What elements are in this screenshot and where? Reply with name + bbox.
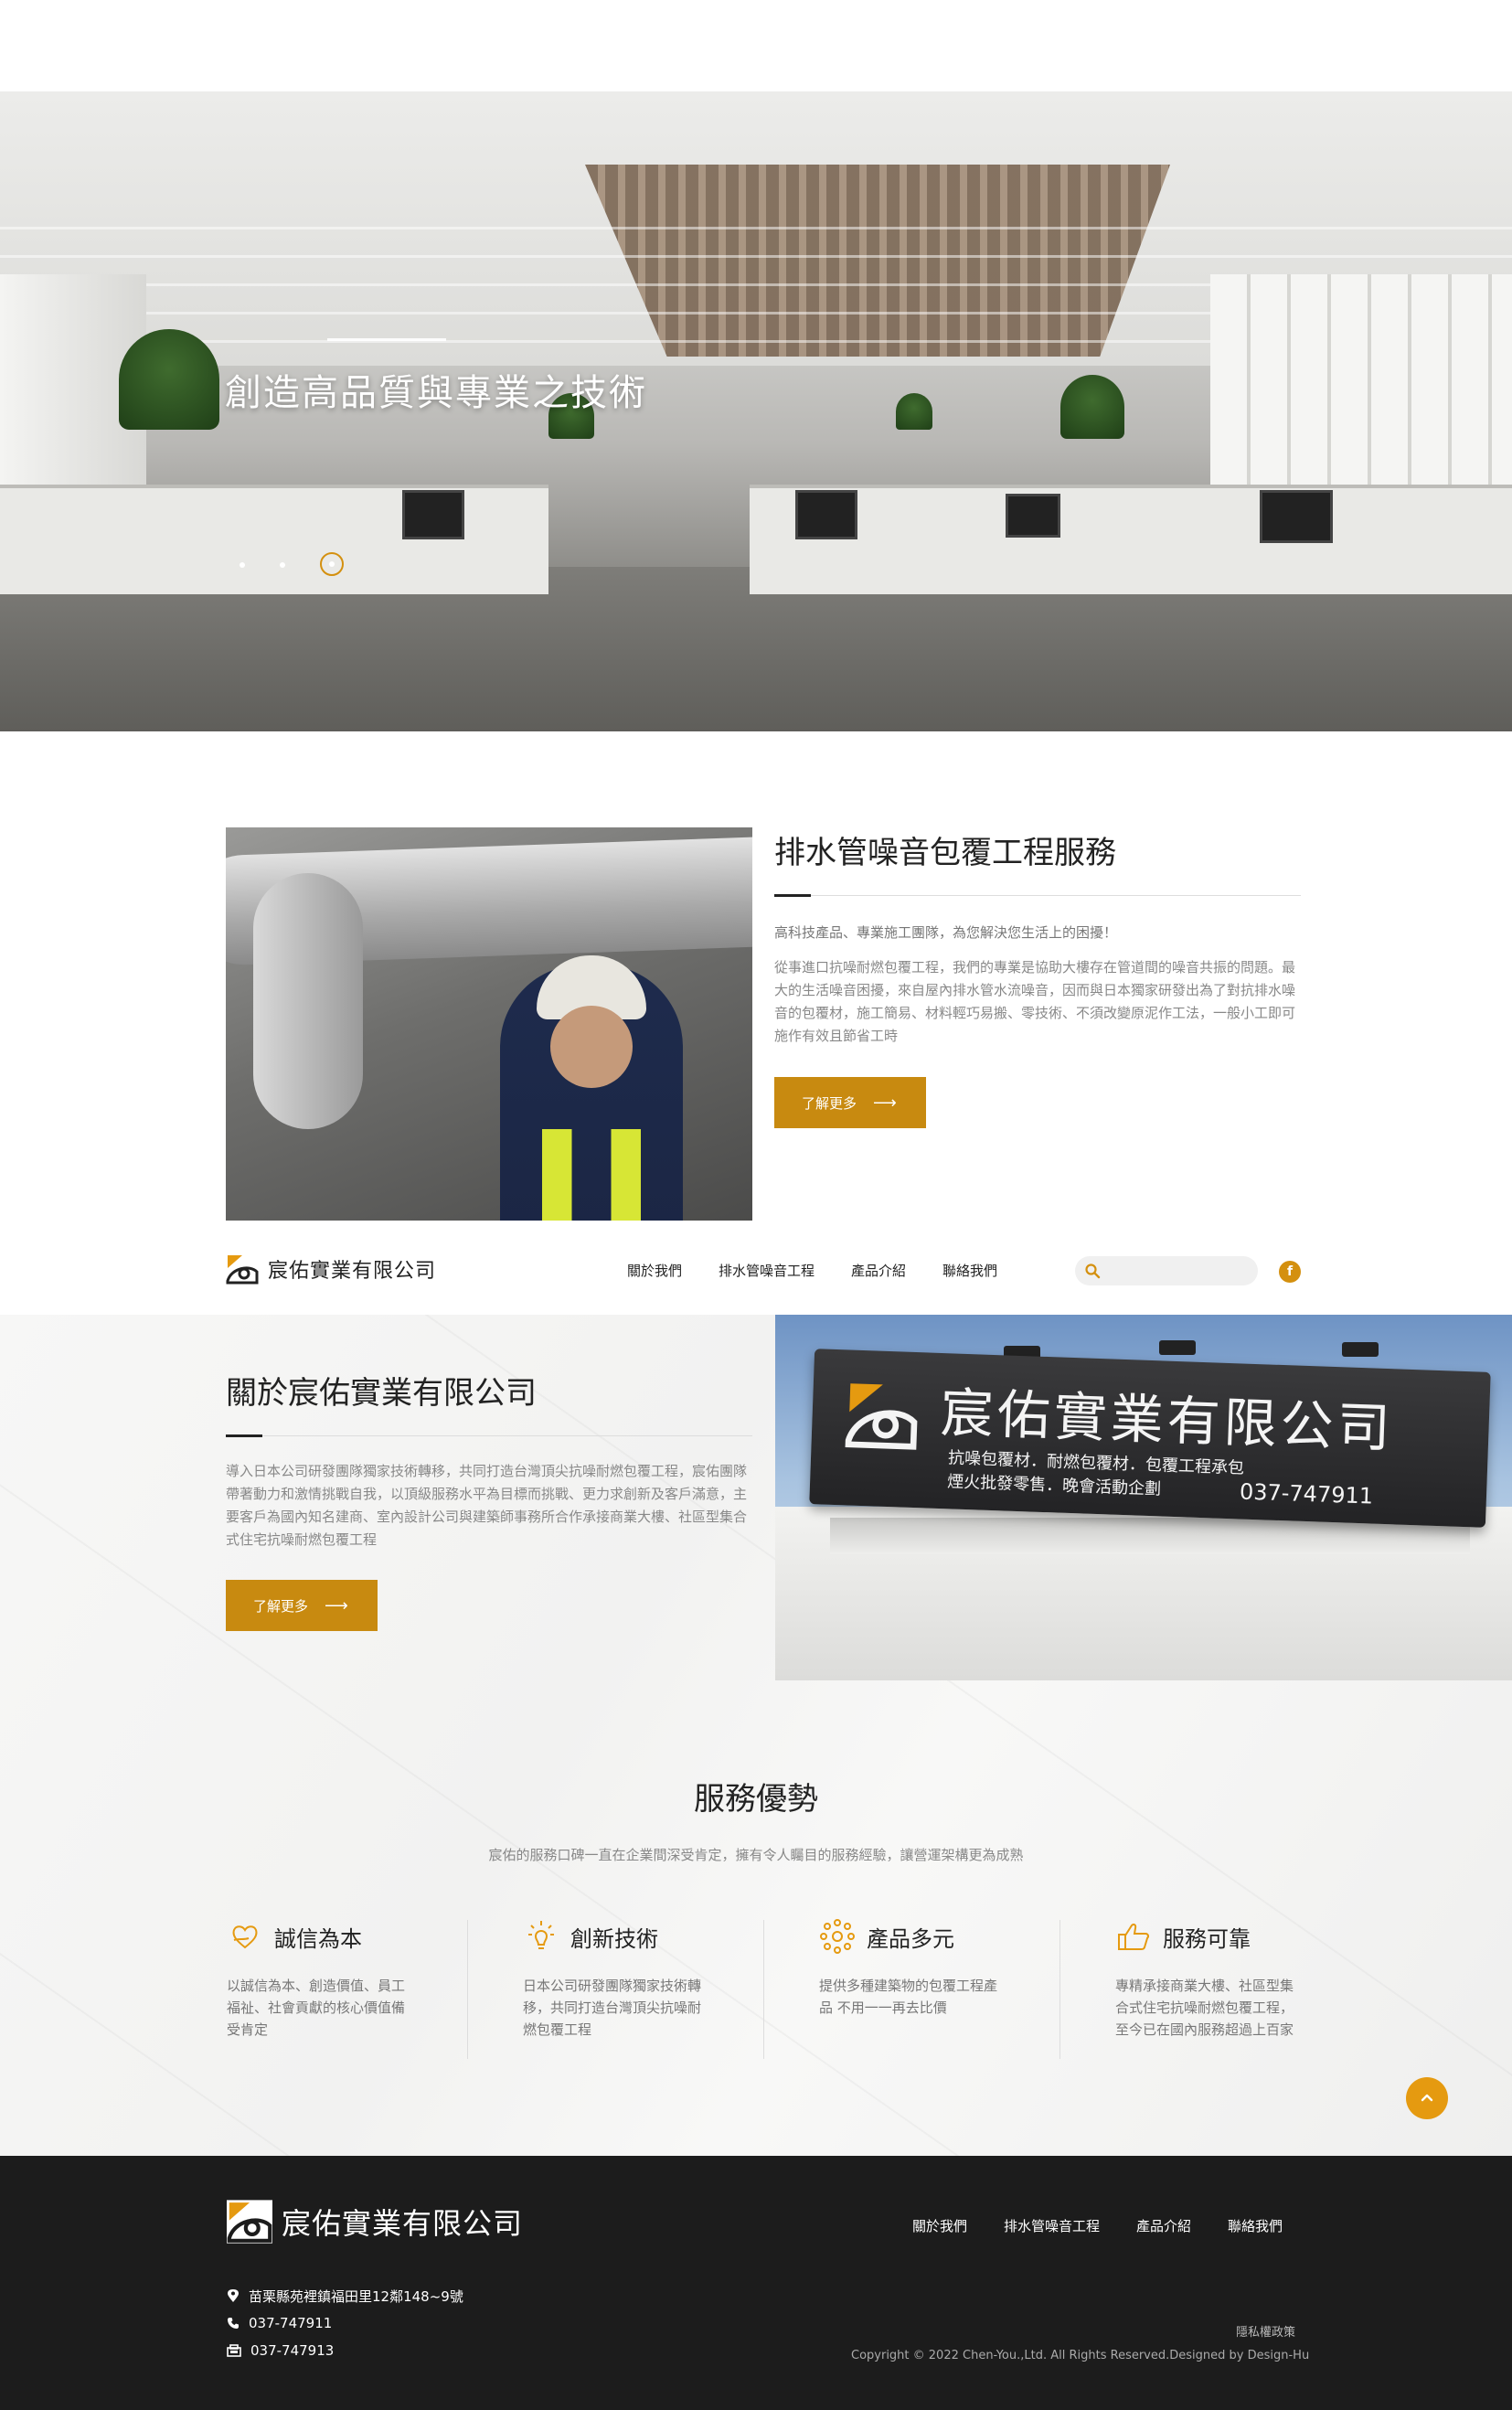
- search-icon[interactable]: [1084, 1263, 1101, 1279]
- advantage-text: 提供多種建築物的包覆工程產品 不用一一再去比價: [819, 1978, 998, 2016]
- nav-item-drainpipe[interactable]: 排水管噪音工程: [719, 1261, 815, 1280]
- heart-hand-icon: [232, 1925, 258, 1949]
- footer-item-drainpipe[interactable]: 排水管噪音工程: [1004, 2216, 1100, 2235]
- search-input[interactable]: [1108, 1264, 1254, 1278]
- hero-desk: [750, 485, 1512, 594]
- about-description: 導入日本公司研發團隊獨家技術轉移，共同打造台灣頂尖抗噪耐燃包覆工程，宸佑團隊帶著…: [226, 1463, 748, 1548]
- footer-contact-info: 苗栗縣苑裡鎮福田里12鄰148~9號 037-747911 037-747913: [227, 2282, 463, 2364]
- advantage-title: 服務可靠: [1163, 1925, 1251, 1952]
- photo-vest: [509, 1129, 674, 1221]
- hero-monitor: [1006, 494, 1060, 538]
- about-intro: 關於宸佑實業有限公司 導入日本公司研發團隊獨家技術轉移，共同打造台灣頂尖抗噪耐燃…: [226, 1368, 752, 1552]
- about-more-button[interactable]: 了解更多 ⟶: [226, 1580, 378, 1631]
- advantage-text: 以誠信為本、創造價值、員工福祉、社會貢獻的核心價值備受肯定: [227, 1978, 406, 2038]
- hero-plant: [119, 329, 219, 430]
- hero-monitor: [402, 490, 464, 539]
- footer-logo[interactable]: 宸佑實業有限公司: [227, 2200, 523, 2244]
- advantages-title: 服務優勢: [694, 1781, 818, 1818]
- signboard-logo-icon: [845, 1383, 918, 1450]
- advantage-integrity: 誠信為本 以誠信為本、創造價值、員工福祉、社會貢獻的核心價值備受肯定: [227, 1918, 523, 2064]
- signboard-phone: 037-747911: [1239, 1478, 1374, 1509]
- chevron-up-icon: [1421, 2094, 1433, 2102]
- lightbulb-icon: [528, 1921, 554, 1949]
- navbar-logo[interactable]: 宸佑實業有限公司: [226, 1253, 436, 1285]
- advantage-divider: [763, 1920, 764, 2059]
- thumbs-up-icon: [1118, 1924, 1150, 1950]
- hero-desk: [0, 485, 548, 594]
- hero-plant: [1060, 375, 1124, 439]
- main-navbar: 宸佑實業有限公司 關於我們 排水管噪音工程 產品介紹 聯絡我們 f: [0, 1236, 1512, 1315]
- photo-signboard: 宸佑實業有限公司 抗噪包覆材．耐燃包覆材．包覆工程承包 煙火批發零售．晚會活動企…: [809, 1349, 1491, 1528]
- footer-phone-row: 037-747911: [227, 2309, 463, 2337]
- advantage-title: 創新技術: [570, 1925, 658, 1952]
- photo-lamp: [1342, 1342, 1379, 1357]
- service-more-label: 了解更多: [802, 1094, 857, 1112]
- advantage-divider: [1059, 1920, 1060, 2059]
- photo-lamp: [1159, 1340, 1196, 1355]
- service-lead: 高科技產品、專業施工團隊，為您解決您生活上的困擾！: [774, 924, 1118, 941]
- advantage-text: 日本公司研發團隊獨家技術轉移，共同打造台灣頂尖抗噪耐燃包覆工程: [523, 1978, 702, 2038]
- advantage-title: 產品多元: [867, 1925, 954, 1952]
- footer-phone: 037-747911: [249, 2315, 333, 2331]
- company-signboard-photo: 宸佑實業有限公司 抗噪包覆材．耐燃包覆材．包覆工程承包 煙火批發零售．晚會活動企…: [775, 1315, 1512, 1680]
- service-description: 從事進口抗噪耐燃包覆工程，我們的專業是協助大樓存在管道間的噪音共振的問題。最大的…: [774, 959, 1296, 1044]
- site-footer: 宸佑實業有限公司 關於我們 排水管噪音工程 產品介紹 聯絡我們 苗栗縣苑裡鎮福田…: [0, 2156, 1512, 2410]
- footer-logo-text: 宸佑實業有限公司: [282, 2206, 524, 2241]
- advantage-products: 產品多元 提供多種建築物的包覆工程產品 不用一一再去比價: [819, 1918, 1115, 2064]
- footer-copyright: Copyright © 2022 Chen-You.,Ltd. All Righ…: [851, 2349, 1310, 2362]
- hero-slide-dot-3[interactable]: [320, 552, 344, 576]
- service-photo: [226, 827, 752, 1221]
- privacy-policy-link[interactable]: 隱私權政策: [1236, 2322, 1295, 2340]
- about-title: 關於宸佑實業有限公司: [226, 1375, 537, 1412]
- footer-item-contact[interactable]: 聯絡我們: [1228, 2216, 1283, 2235]
- advantages-subtitle: 宸佑的服務口碑一直在企業間深受肯定，擁有令人矚目的服務經驗，讓營運架構更為成熟: [488, 1847, 1024, 1863]
- hero-slide-dot-1[interactable]: [240, 562, 245, 568]
- footer-address-row: 苗栗縣苑裡鎮福田里12鄰148~9號: [227, 2282, 463, 2309]
- hero-plant: [896, 393, 932, 430]
- service-more-button[interactable]: 了解更多 ⟶: [774, 1077, 926, 1128]
- company-logo-icon: [226, 1253, 259, 1285]
- arrow-right-icon: ⟶: [873, 1093, 897, 1113]
- photo-duct: [253, 873, 363, 1129]
- facebook-icon[interactable]: f: [1279, 1261, 1301, 1283]
- service-title-rule: [774, 894, 1301, 897]
- hero-slide-dot-2[interactable]: [280, 562, 285, 568]
- about-title-rule: [226, 1434, 752, 1437]
- footer-fax: 037-747913: [250, 2342, 335, 2359]
- advantage-innovation: 創新技術 日本公司研發團隊獨家技術轉移，共同打造台灣頂尖抗噪耐燃包覆工程: [523, 1918, 819, 2064]
- hero-title: 創造高品質與專業之技術: [225, 372, 647, 414]
- company-logo-icon: [227, 2200, 272, 2244]
- advantage-reliability: 服務可靠 專精承接商業大樓、社區型集合式住宅抗噪耐燃包覆工程，至今已在國內服務超…: [1115, 1918, 1411, 2064]
- navbar-logo-text: 宸佑實業有限公司: [268, 1260, 437, 1283]
- navbar-menu: 關於我們 排水管噪音工程 產品介紹 聯絡我們: [627, 1261, 997, 1280]
- nav-item-about[interactable]: 關於我們: [627, 1261, 682, 1280]
- footer-fax-row: 037-747913: [227, 2337, 463, 2364]
- service-title: 排水管噪音包覆工程服務: [774, 835, 1116, 871]
- network-icon: [820, 1919, 855, 1954]
- footer-item-products[interactable]: 產品介紹: [1136, 2216, 1191, 2235]
- advantage-title: 誠信為本: [274, 1925, 362, 1952]
- hero-banner: 創造高品質與專業之技術: [0, 91, 1512, 731]
- nav-item-contact[interactable]: 聯絡我們: [942, 1261, 997, 1280]
- footer-address: 苗栗縣苑裡鎮福田里12鄰148~9號: [249, 2287, 463, 2305]
- advantage-divider: [467, 1920, 468, 2059]
- photo-face: [550, 1006, 633, 1088]
- arrow-right-icon: ⟶: [325, 1595, 348, 1616]
- hero-slider-dots: [240, 552, 344, 576]
- nav-item-products[interactable]: 產品介紹: [851, 1261, 906, 1280]
- hero-monitor: [795, 490, 857, 539]
- fax-icon: [227, 2344, 241, 2357]
- map-pin-icon: [228, 2289, 239, 2302]
- footer-menu: 關於我們 排水管噪音工程 產品介紹 聯絡我們: [912, 2216, 1283, 2235]
- advantage-text: 專精承接商業大樓、社區型集合式住宅抗噪耐燃包覆工程，至今已在國內服務超過上百家: [1115, 1978, 1294, 2038]
- hero-caption-bar: [327, 338, 446, 341]
- about-more-label: 了解更多: [253, 1597, 309, 1615]
- service-intro: 排水管噪音包覆工程服務 高科技產品、專業施工團隊，為您解決您生活上的困擾！ 從事…: [774, 827, 1301, 1048]
- hero-monitor: [1260, 490, 1333, 543]
- phone-icon: [228, 2318, 239, 2329]
- footer-item-about[interactable]: 關於我們: [912, 2216, 967, 2235]
- back-to-top-button[interactable]: [1406, 2077, 1448, 2119]
- hero-caption: 創造高品質與專業之技術: [225, 338, 647, 416]
- navbar-search: [1075, 1256, 1258, 1285]
